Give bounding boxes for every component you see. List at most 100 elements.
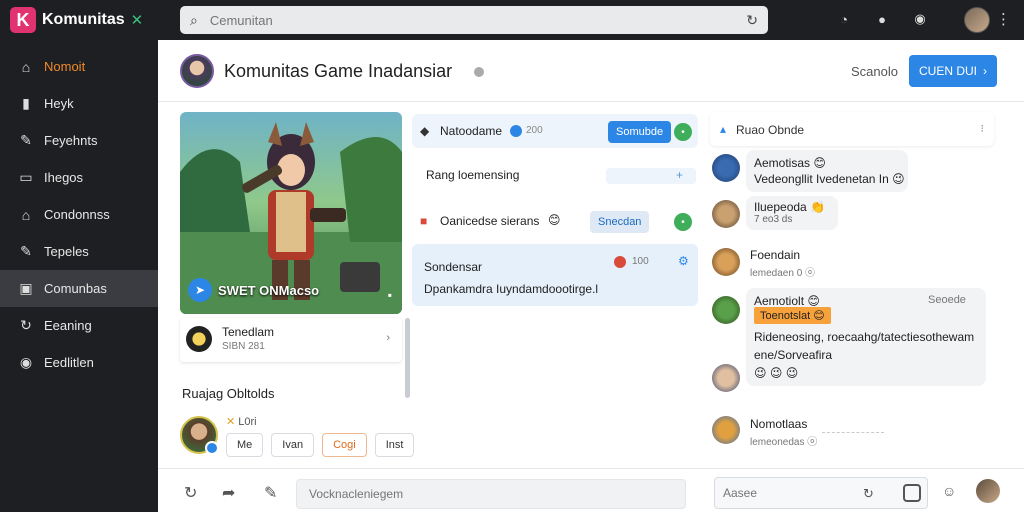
chat-search[interactable]: ↻ xyxy=(714,477,928,509)
member-row[interactable]: Tenedlam SIBN 281 › xyxy=(180,318,402,362)
message-author: Iluepeoda 👏 xyxy=(754,200,825,214)
location-icon[interactable]: ● xyxy=(872,9,892,29)
post-stat: 100 xyxy=(632,256,649,267)
sidebar-item-communities[interactable]: ▣ Comunbas xyxy=(0,270,158,307)
header-link[interactable]: Scanolo xyxy=(851,64,898,79)
home-icon: ⌂ xyxy=(21,58,31,75)
channel-name: Oanicedse sierans xyxy=(440,214,540,228)
pin-icon: ✎ xyxy=(20,132,32,148)
channel-row[interactable]: ◆ Natoodame 200 Somubde • xyxy=(412,114,698,148)
tag-button[interactable]: Ivan xyxy=(271,433,315,457)
avatar[interactable] xyxy=(712,200,740,228)
emoji-icon[interactable]: ☺ xyxy=(942,483,956,499)
add-icon[interactable]: + xyxy=(676,168,683,182)
game-title: SWET ONMacso xyxy=(218,282,320,298)
avatar[interactable] xyxy=(712,416,740,444)
online-icon: • xyxy=(674,123,692,141)
game-icon: ◆ xyxy=(420,124,430,138)
app-logo[interactable]: K Komunitas ✕ xyxy=(10,7,143,33)
section-meta-text: L0ri xyxy=(238,416,257,428)
message-text: 7 eo3 ds xyxy=(754,214,793,225)
post-body: Dpankamdra Iuyndamdoootirge.l xyxy=(424,282,599,296)
settings-icon[interactable]: ⚙ xyxy=(678,254,689,268)
close-icon[interactable]: ⁝ xyxy=(981,122,985,135)
message-author: Foendain xyxy=(750,248,801,262)
page-title: Komunitas Game Inadansiar xyxy=(224,61,453,81)
avatar[interactable] xyxy=(712,154,740,182)
avatar[interactable] xyxy=(712,248,740,276)
member-avatar xyxy=(186,326,212,352)
avatar[interactable] xyxy=(712,364,740,392)
sidebar-item-label: Heyk xyxy=(44,96,74,111)
pin-icon: ✎ xyxy=(20,243,32,259)
logo-mark: K xyxy=(10,7,36,33)
sidebar-item-settings[interactable]: ◉ Eedlitlen xyxy=(0,344,158,381)
game-badge: ➤ SWET ONMacso xyxy=(188,278,319,302)
section-title: Ruajag Obltolds xyxy=(182,386,275,401)
sidebar-item-label: Eedlitlen xyxy=(44,355,94,370)
main-panel: Komunitas Game Inadansiar Scanolo CUEN D… xyxy=(158,40,1024,512)
channel-row[interactable]: Rang loemensing + xyxy=(412,156,698,194)
post-card[interactable]: Sondensar Dpankamdra Iuyndamdoootirge.l … xyxy=(412,244,698,306)
sidebar-item-label: Ihegos xyxy=(44,170,84,185)
self-avatar[interactable] xyxy=(976,479,1000,503)
notification-icon[interactable]: ◉ xyxy=(910,9,930,29)
sidebar-item-bookmarks[interactable]: ▮ Heyk xyxy=(0,85,158,122)
more-icon[interactable]: ⋮ xyxy=(996,10,1011,28)
target-icon: ◉ xyxy=(19,354,33,370)
status-dot-icon xyxy=(474,67,484,77)
message-text: lemeonedas ⓞ xyxy=(750,437,818,448)
tag-button[interactable]: Cogi xyxy=(322,433,367,457)
channel-action-button[interactable]: Snecdan xyxy=(590,211,650,233)
scrollbar-thumb[interactable] xyxy=(405,318,410,398)
refresh-icon[interactable]: ↻ xyxy=(184,483,197,503)
image-icon: ▭ xyxy=(19,169,33,185)
composer-bar: ↻ ➦ ✎ ↻ ☺ xyxy=(158,468,1024,512)
share-icon[interactable]: ➦ xyxy=(222,483,235,503)
message-author: Nomotlaas xyxy=(750,417,808,431)
sidebar-item-topics[interactable]: ✎ Tepeles xyxy=(0,233,158,270)
join-button[interactable]: CUEN DUI › xyxy=(909,55,997,87)
avatar[interactable] xyxy=(712,296,740,324)
message-reactions[interactable]: 😉 😉 😉 xyxy=(754,366,798,380)
message-text: lemedaen 0 ⓞ xyxy=(750,268,816,279)
sidebar-item-feeds[interactable]: ✎ Feyehnts xyxy=(0,122,158,159)
brand-glyph-icon: ✕ xyxy=(130,12,144,29)
tag-button[interactable]: Inst xyxy=(374,433,415,457)
timer-icon[interactable]: ◔ xyxy=(834,9,854,29)
info-icon: ▴ xyxy=(720,122,727,136)
group-avatar[interactable] xyxy=(180,54,214,88)
camera-icon[interactable] xyxy=(903,484,921,502)
message-text: Rideneosing, roecaahg/tatectiesothewam xyxy=(754,330,975,344)
search-bar[interactable]: ⌕ ↻ xyxy=(180,6,768,34)
sidebar-item-images[interactable]: ▭ Ihegos xyxy=(0,159,158,196)
refresh-icon[interactable]: ↻ xyxy=(746,12,758,29)
channel-name: Rang loemensing xyxy=(426,168,520,182)
refresh-icon[interactable]: ↻ xyxy=(863,486,874,502)
message-input[interactable] xyxy=(296,479,686,509)
expand-icon[interactable]: ▪ xyxy=(388,288,392,302)
divider xyxy=(822,432,884,433)
member-meta: SIBN 281 xyxy=(222,341,265,352)
chevron-right-icon: › xyxy=(386,332,390,344)
sidebar-item-contents[interactable]: ⌂ Condonnss xyxy=(0,196,158,233)
member-name: Tenedlam xyxy=(222,325,275,339)
chat-message: Aemotiolt 😊 Seoede Rideneosing, roecaahg… xyxy=(746,288,986,386)
sidebar-item-label: Feyehnts xyxy=(44,133,98,148)
link-icon[interactable]: ✎ xyxy=(264,483,277,503)
user-avatar[interactable] xyxy=(964,7,990,33)
search-input[interactable] xyxy=(209,12,747,28)
channel-name: Natoodame xyxy=(440,124,503,138)
channel-action-button[interactable]: Somubde xyxy=(608,121,672,143)
sidebar-item-home[interactable]: ⌂ Nomoit xyxy=(0,48,158,85)
channel-row[interactable]: ■ Oanicedse sierans 😊 Snecdan • xyxy=(412,204,698,238)
chevron-right-icon: › xyxy=(983,64,987,78)
sidebar-item-label: Nomoit xyxy=(44,59,86,74)
sidebar-item-gaming[interactable]: ↻ Eeaning xyxy=(0,307,158,344)
chat-message: Aemotisas 😊 Vedeongllit Ivedenetan In 😉 xyxy=(746,150,908,192)
like-icon[interactable] xyxy=(614,256,626,268)
tag-button[interactable]: Me xyxy=(226,433,264,457)
section-avatar[interactable] xyxy=(180,416,219,455)
chat-search-input[interactable] xyxy=(723,486,853,500)
game-cover-card[interactable]: ➤ SWET ONMacso ▪ xyxy=(180,112,402,314)
